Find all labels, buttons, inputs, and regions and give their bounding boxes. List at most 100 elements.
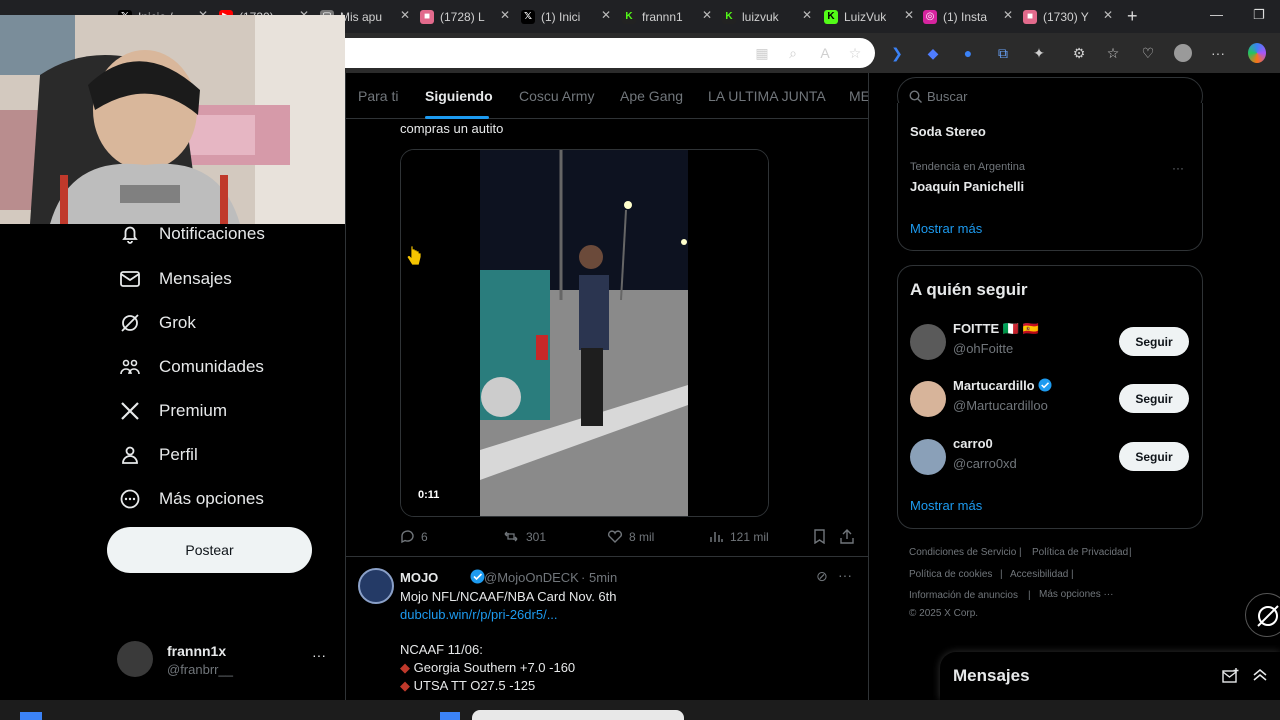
- footer-link[interactable]: Información de anuncios: [909, 590, 1018, 601]
- right-sidebar: Buscar Soda Stereo Tendencia en Argentin…: [869, 73, 1280, 700]
- close-icon[interactable]: ✕: [400, 8, 410, 22]
- follow-button[interactable]: Seguir: [1119, 442, 1189, 471]
- tab-para-ti[interactable]: Para ti: [358, 88, 398, 104]
- footer-link[interactable]: Accesibilidad: [1010, 569, 1068, 580]
- nav-item-m-s-opciones[interactable]: Más opciones: [119, 484, 264, 514]
- tab-la-ultima-junta[interactable]: LA ULTIMA JUNTA: [708, 88, 826, 104]
- more-dots-icon[interactable]: ···: [838, 567, 852, 583]
- follow-suggestion[interactable]: carro0 @carro0xd Seguir: [910, 436, 1190, 478]
- nav-item-perfil[interactable]: Perfil: [119, 440, 198, 470]
- footer-link[interactable]: Más opciones ···: [1039, 589, 1113, 600]
- nav-item-comunidades[interactable]: Comunidades: [119, 352, 264, 382]
- trend-name[interactable]: Joaquín Panichelli: [910, 179, 1024, 194]
- reply-action[interactable]: 6: [400, 529, 428, 544]
- minimize-button[interactable]: —: [1210, 7, 1223, 22]
- instagram-icon: ◎: [923, 9, 937, 24]
- post-button[interactable]: Postear: [107, 527, 312, 573]
- browser-tab[interactable]: Kluizvuk ✕: [722, 4, 816, 29]
- messages-drawer[interactable]: Mensajes: [940, 652, 1280, 700]
- follow-name: FOITTE 🇮🇹 🇪🇸: [953, 321, 1039, 336]
- maximize-button[interactable]: ❐: [1253, 7, 1265, 23]
- tweet-link[interactable]: dubclub.win/r/p/pri-26dr5/...: [400, 607, 558, 622]
- heart-icon: [607, 530, 623, 543]
- health-icon[interactable]: ♡: [1139, 44, 1157, 62]
- grok-float-button[interactable]: [1245, 593, 1280, 637]
- share-icon: [840, 529, 854, 544]
- menu-dots-icon[interactable]: ···: [1209, 44, 1227, 62]
- read-aloud-icon[interactable]: A: [816, 44, 834, 62]
- like-action[interactable]: 8 mil: [607, 529, 654, 544]
- author-handle[interactable]: @MojoOnDECK: [484, 570, 579, 585]
- kick-icon: K: [722, 9, 736, 24]
- grok-icon[interactable]: ⊘: [816, 568, 828, 585]
- browser-tab[interactable]: 𝕏 (1) Inici ✕: [521, 4, 615, 29]
- taskbar-app-icon[interactable]: [440, 712, 460, 720]
- nav-item-grok[interactable]: Grok: [119, 308, 196, 338]
- browser-tab[interactable]: ◎ (1) Insta ✕: [923, 4, 1017, 29]
- footer-link[interactable]: Condiciones de Servicio: [909, 547, 1016, 558]
- windows-start-icon[interactable]: [20, 712, 42, 720]
- close-icon[interactable]: ✕: [500, 8, 510, 22]
- extensions-icon[interactable]: ✦: [1030, 44, 1048, 62]
- zoom-icon[interactable]: ⌕: [784, 44, 802, 62]
- taskbar-search[interactable]: [472, 710, 684, 720]
- close-icon[interactable]: ✕: [802, 8, 812, 22]
- close-icon[interactable]: ✕: [904, 8, 914, 22]
- follow-button[interactable]: Seguir: [1119, 327, 1189, 356]
- settings-gear-icon[interactable]: ⚙: [1070, 44, 1088, 62]
- more-dots-icon[interactable]: ···: [1172, 161, 1184, 175]
- tab-coscu-army[interactable]: Coscu Army: [519, 88, 594, 104]
- profile-avatar-icon[interactable]: [1174, 44, 1192, 62]
- extension-wave-icon[interactable]: ❯: [888, 44, 906, 62]
- new-message-icon[interactable]: [1222, 668, 1239, 684]
- browser-tab[interactable]: Kfrannn1 ✕: [622, 4, 716, 29]
- bookmark-action[interactable]: [813, 529, 832, 544]
- favorite-star-icon[interactable]: ☆: [846, 44, 864, 62]
- tab-me[interactable]: ME: [849, 88, 868, 104]
- copilot-icon[interactable]: [1248, 43, 1266, 63]
- author-name[interactable]: MOJO: [400, 570, 438, 585]
- grok-icon: [1257, 605, 1279, 627]
- browser-tab[interactable]: ■ (1730) Y ✕: [1023, 4, 1117, 29]
- left-navigation: Notificaciones Mensajes Grok Comunidades Pre…: [4, 224, 345, 700]
- account-switcher[interactable]: frannn1x @franbrr__ ···: [117, 637, 337, 681]
- footer-link[interactable]: Política de Privacidad: [1032, 547, 1128, 558]
- footer-link[interactable]: Política de cookies: [909, 569, 992, 580]
- follow-suggestion[interactable]: Martucardillo @Martucardilloo Seguir: [910, 378, 1190, 420]
- trend-name[interactable]: Soda Stereo: [910, 124, 986, 139]
- nav-item-mensajes[interactable]: Mensajes: [119, 264, 232, 294]
- browser-tab[interactable]: K LuizVuk ✕: [824, 4, 918, 29]
- follow-name: Martucardillo: [953, 378, 1052, 393]
- footer-divider: |: [1071, 569, 1074, 580]
- extension-shield-icon[interactable]: ◆: [924, 44, 942, 62]
- chevron-up-icon[interactable]: [1253, 668, 1267, 682]
- follow-suggestion[interactable]: FOITTE 🇮🇹 🇪🇸 @ohFoitte Seguir: [910, 321, 1190, 363]
- follow-button[interactable]: Seguir: [1119, 384, 1189, 413]
- tweet-video[interactable]: 0:11: [400, 149, 769, 517]
- repost-action[interactable]: 301: [502, 529, 546, 544]
- extension-copilot-icon[interactable]: ●: [959, 44, 977, 62]
- close-icon[interactable]: ✕: [1103, 8, 1113, 22]
- tweet-card[interactable]: MOJO @MojoOnDECK · 5min ⊘ ··· Mojo NFL/N…: [346, 556, 868, 700]
- tab-title: (1730) Y: [1043, 9, 1089, 24]
- favorites-icon[interactable]: ☆: [1104, 44, 1122, 62]
- new-tab-button[interactable]: +: [1127, 6, 1138, 27]
- screenshot-icon[interactable]: ⧉: [994, 44, 1012, 62]
- browser-tab[interactable]: ■ (1728) L ✕: [420, 4, 514, 29]
- nav-item-notificaciones[interactable]: Notificaciones: [119, 219, 265, 249]
- nav-item-premium[interactable]: Premium: [119, 396, 227, 426]
- follow-handle: @carro0xd: [953, 456, 1017, 471]
- tab-siguiendo[interactable]: Siguiendo: [425, 88, 493, 104]
- share-action[interactable]: [840, 529, 860, 544]
- tweet-time[interactable]: 5min: [589, 570, 617, 585]
- show-more-link[interactable]: Mostrar más: [910, 221, 982, 236]
- tab-ape-gang[interactable]: Ape Gang: [620, 88, 683, 104]
- more-dots-icon[interactable]: ···: [312, 647, 326, 663]
- close-icon[interactable]: ✕: [601, 8, 611, 22]
- close-icon[interactable]: ✕: [1003, 8, 1013, 22]
- app-grid-icon[interactable]: ▦: [753, 44, 771, 62]
- views-action[interactable]: 121 mil: [709, 529, 769, 544]
- close-icon[interactable]: ✕: [702, 8, 712, 22]
- repost-icon: [504, 531, 518, 542]
- show-more-link[interactable]: Mostrar más: [910, 498, 982, 513]
